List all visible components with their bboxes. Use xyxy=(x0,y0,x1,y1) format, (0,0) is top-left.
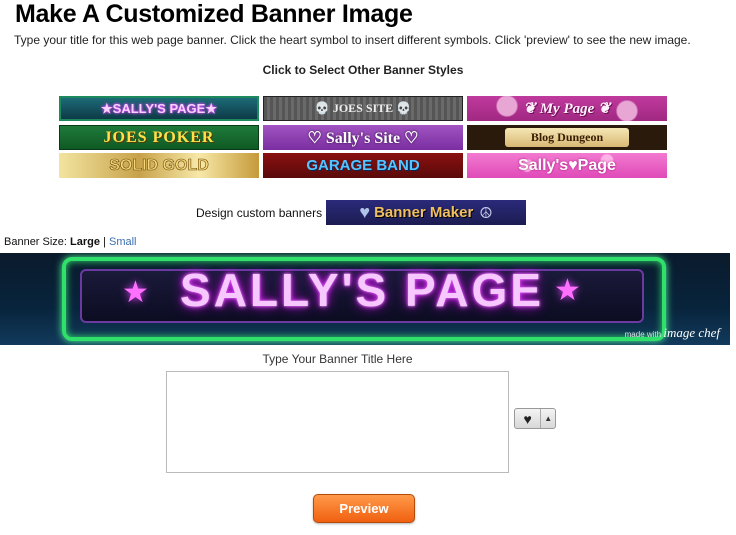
banner-style-label: GARAGE BAND xyxy=(306,157,420,174)
banner-maker-label: Banner Maker xyxy=(374,204,474,221)
banner-style-joes-poker[interactable]: JOES POKER xyxy=(59,125,259,150)
credit-brand: image chef xyxy=(663,325,720,340)
banner-preview-image: ★ SALLY'S PAGE ★ made with image chef xyxy=(0,253,730,345)
banner-size-small-link[interactable]: Small xyxy=(109,236,137,248)
banner-title-input[interactable] xyxy=(166,371,509,473)
heart-icon: ♥ xyxy=(523,410,532,427)
banner-size-row: Banner Size: Large | Small xyxy=(4,236,137,248)
banner-style-grid: ★SALLY'S PAGE★ 💀 JOES SITE 💀 ❦ My Page ❦… xyxy=(59,96,669,178)
banner-size-separator: | xyxy=(103,236,106,248)
symbol-picker-button[interactable]: ♥ ▲ xyxy=(514,408,556,429)
heart-icon: ♥ xyxy=(359,202,371,222)
title-input-prompt: Type Your Banner Title Here xyxy=(262,352,413,366)
instructions: Type your title for this web page banner… xyxy=(14,33,691,47)
banner-style-label: JOES POKER xyxy=(103,128,215,146)
banner-style-joes-site[interactable]: 💀 JOES SITE 💀 xyxy=(263,96,463,121)
banner-style-blog-dungeon[interactable]: Blog Dungeon xyxy=(467,125,667,150)
design-custom-row: Design custom banners ♥ Banner Maker ☮ xyxy=(196,200,527,225)
banner-style-label: ♡ Sally's Site ♡ xyxy=(307,129,419,147)
banner-style-garage-band[interactable]: GARAGE BAND xyxy=(263,153,463,178)
banner-size-label: Banner Size: xyxy=(4,236,67,248)
banner-maker-button[interactable]: ♥ Banner Maker ☮ xyxy=(326,200,527,225)
banner-style-label: 💀 JOES SITE 💀 xyxy=(314,101,412,115)
banner-style-sallys-page-neon[interactable]: ★SALLY'S PAGE★ xyxy=(59,96,259,121)
banner-style-sallys-site[interactable]: ♡ Sally's Site ♡ xyxy=(263,125,463,150)
banner-style-label: Sally's♥Page xyxy=(518,156,616,174)
credit-prefix: made with xyxy=(624,330,662,339)
banner-size-selected: Large xyxy=(70,236,101,248)
chevron-up-icon: ▲ xyxy=(540,409,555,428)
banner-styles-heading: Click to Select Other Banner Styles xyxy=(262,63,464,77)
page-title: Make A Customized Banner Image xyxy=(15,0,413,28)
banner-style-label: Blog Dungeon xyxy=(504,128,630,147)
banner-style-label: SOLID GOLD xyxy=(109,156,209,174)
banner-style-my-page[interactable]: ❦ My Page ❦ xyxy=(467,96,667,121)
star-icon: ★ xyxy=(554,274,581,307)
banner-style-solid-gold[interactable]: SOLID GOLD xyxy=(59,153,259,178)
preview-button[interactable]: Preview xyxy=(313,494,415,523)
peace-icon: ☮ xyxy=(479,204,493,222)
banner-credit: made with image chef xyxy=(625,325,720,341)
banner-style-label: ★SALLY'S PAGE★ xyxy=(101,100,217,116)
banner-style-label: ❦ My Page ❦ xyxy=(523,101,611,117)
design-custom-label: Design custom banners xyxy=(196,205,323,220)
banner-style-sallys-page-pink[interactable]: Sally's♥Page xyxy=(467,153,667,178)
